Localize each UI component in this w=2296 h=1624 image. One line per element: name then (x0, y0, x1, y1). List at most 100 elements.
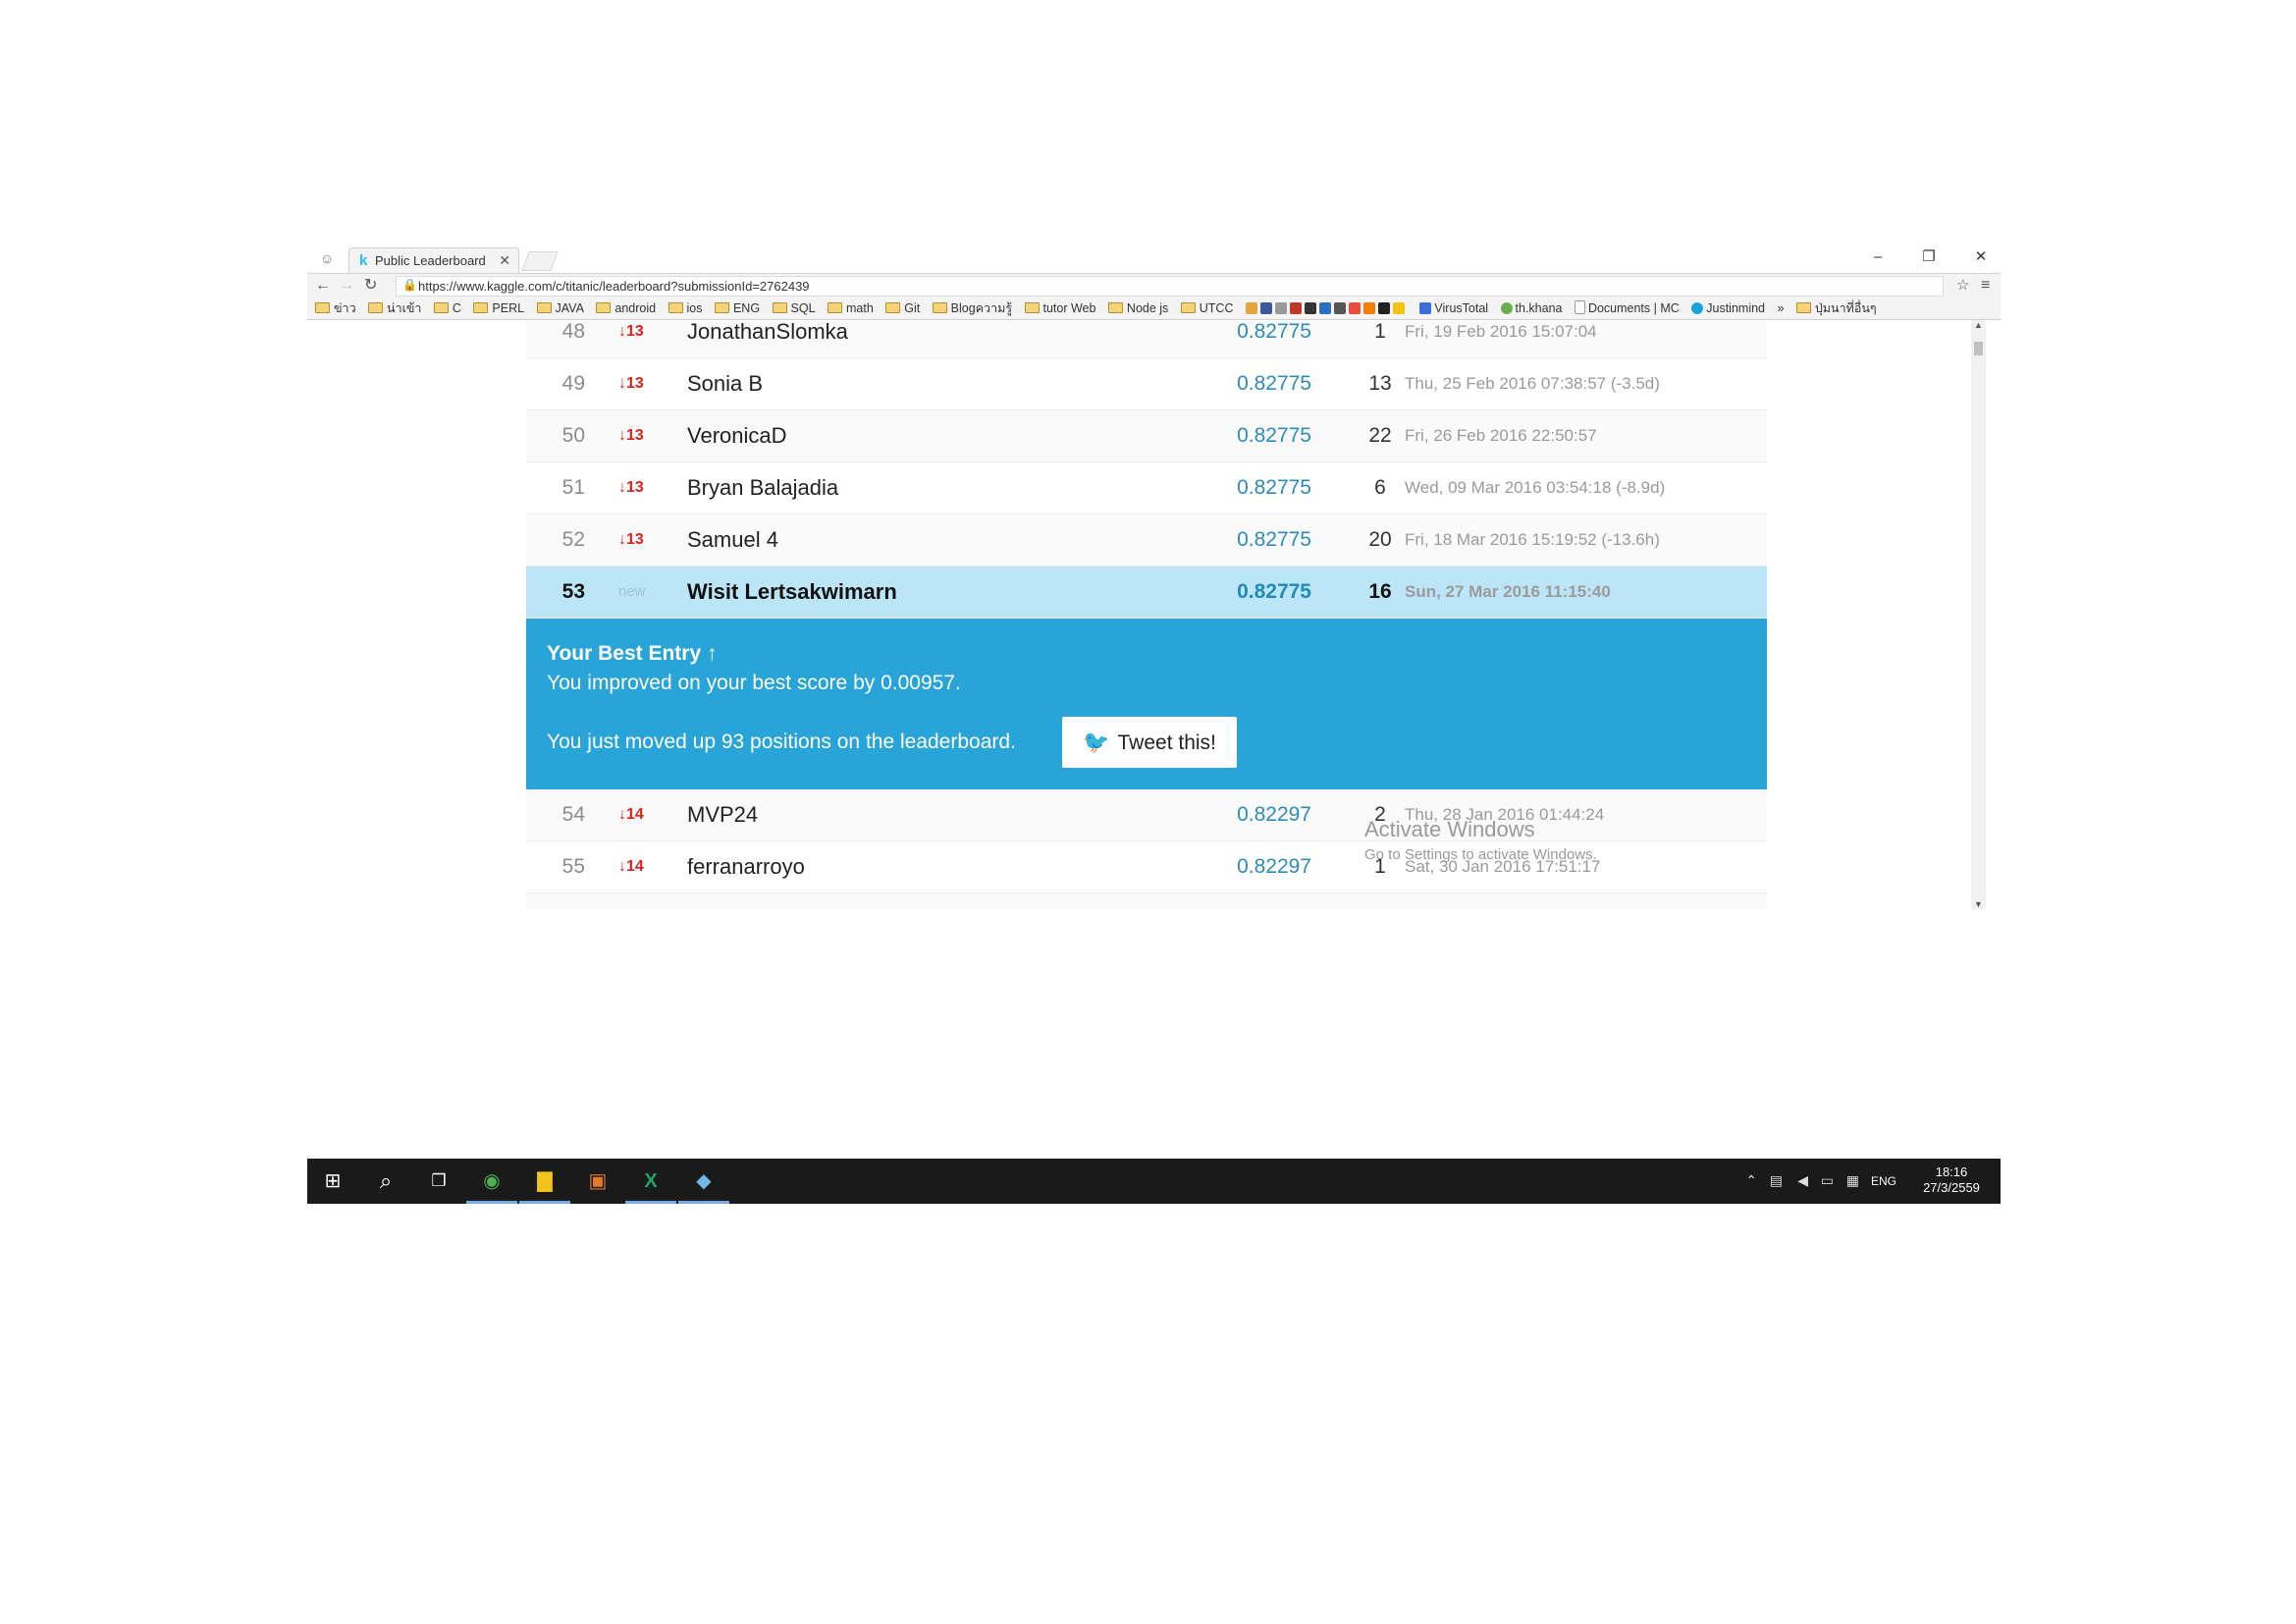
forward-icon[interactable]: → (339, 276, 354, 296)
score: 0.82297 (1237, 803, 1311, 826)
scroll-up-icon[interactable]: ▲ (1971, 320, 1986, 330)
app-icon[interactable]: ▣ (572, 1159, 623, 1204)
bookmarks-more-button[interactable]: » (1777, 298, 1784, 319)
rank: 53 (561, 580, 585, 603)
start-icon[interactable]: ⊞ (307, 1159, 358, 1204)
address-bar[interactable]: 🔒 https://www.kaggle.com/c/titanic/leade… (396, 276, 1944, 297)
leaderboard-row[interactable]: 50 ↓13 VeronicaD 0.82775 22 Fri, 26 Feb 2016 … (526, 410, 1767, 462)
back-icon[interactable]: ← (315, 276, 331, 296)
team-name[interactable]: JonathanSlomka (687, 320, 848, 357)
bookmark-folder[interactable]: C (433, 298, 461, 319)
bookmark-virustotal[interactable]: VirusTotal (1419, 298, 1488, 319)
bookmark-folder[interactable]: น่าเข้า (368, 298, 421, 319)
activate-windows-watermark: Activate Windows Go to Settings to activ… (1364, 817, 1597, 863)
best-entry-panel: Your Best Entry ↑ You improved on your b… (526, 619, 1767, 789)
folder-icon (772, 302, 787, 313)
language-indicator[interactable]: ENG (1871, 1174, 1896, 1188)
team-name[interactable]: Samuel 4 (687, 514, 778, 566)
bookmark-folder[interactable]: UTCC (1180, 298, 1233, 319)
folder-icon (596, 302, 612, 313)
rank-change: ↓13 (618, 323, 644, 340)
app-icon[interactable]: ◆ (678, 1159, 729, 1204)
folder-icon (667, 302, 683, 313)
entries: 1 (1374, 320, 1386, 343)
score: 0.82775 (1237, 320, 1311, 343)
last-submission: Fri, 26 Feb 2016 22:50:57 (1405, 426, 1597, 445)
browser-tab[interactable]: k Public Leaderboard ✕ (348, 247, 519, 274)
team-name[interactable]: Sonia B (687, 358, 763, 409)
chrome-icon[interactable]: ◉ (466, 1159, 517, 1204)
vertical-scrollbar[interactable]: ▲ ▼ (1971, 320, 1986, 909)
bookmark-folder[interactable]: Node js (1107, 298, 1168, 319)
my-leaderboard-row[interactable]: 53 new Wisit Lertsakwimarn 0.82775 16 Su… (526, 567, 1767, 619)
bookmark-documents[interactable]: Documents | MC (1574, 298, 1680, 319)
team-name[interactable]: MVP24 (687, 789, 758, 840)
folder-icon (433, 302, 449, 313)
new-tab-button[interactable] (521, 251, 559, 271)
restore-icon[interactable]: ❐ (1909, 246, 1949, 268)
clock[interactable]: 18:16 27/3/2559 (1912, 1164, 1991, 1196)
leaderboard-row[interactable]: 49 ↓13 Sonia B 0.82775 13 Thu, 25 Feb 2016 07… (526, 358, 1767, 410)
time: 18:16 (1935, 1164, 1968, 1179)
leaderboard-row[interactable]: 48 ↓13 JonathanSlomka 0.82775 1 Fri, 19 Feb 2… (526, 320, 1767, 358)
profile-icon[interactable]: ☺ (315, 249, 339, 267)
bookmark-thkhana[interactable]: th.khana (1500, 298, 1562, 319)
bookmark-folder[interactable]: Git (885, 298, 920, 319)
team-name[interactable]: Bryan Balajadia (687, 462, 838, 514)
bookmark-icon (1304, 302, 1316, 314)
network-icon[interactable]: ▤ (1770, 1172, 1783, 1189)
folder-icon (1180, 302, 1196, 313)
leaderboard-row[interactable]: 51 ↓13 Bryan Balajadia 0.82775 6 Wed, 09 Mar … (526, 462, 1767, 514)
rank-change: ↓14 (618, 858, 644, 875)
score: 0.82297 (1237, 855, 1311, 878)
bookmark-folder-other[interactable]: ปุ่มนาที่อื่นๆ (1795, 298, 1877, 319)
tab-strip: ☺ k Public Leaderboard ✕ – ❐ ✕ (307, 244, 2001, 274)
notifications-icon[interactable]: ▦ (1846, 1172, 1859, 1189)
bookmark-folder[interactable]: math (827, 298, 874, 319)
bookmark-star-icon[interactable]: ☆ (1956, 276, 1969, 296)
scroll-down-icon[interactable]: ▼ (1971, 899, 1986, 909)
bookmark-folder[interactable]: ios (667, 298, 703, 319)
task-view-icon[interactable]: ❒ (413, 1159, 464, 1204)
search-icon[interactable]: ⌕ (360, 1159, 411, 1204)
entries: 13 (1368, 372, 1392, 395)
close-tab-icon[interactable]: ✕ (499, 252, 510, 269)
bookmark-folder[interactable]: JAVA (536, 298, 584, 319)
bookmark-favicons[interactable] (1245, 298, 1408, 319)
folder-icon (827, 302, 842, 313)
bookmark-folder[interactable]: ENG (714, 298, 760, 319)
last-submission: Wed, 09 Mar 2016 03:54:18 (-8.9d) (1405, 478, 1666, 497)
bookmark-folder[interactable]: SQL (772, 298, 816, 319)
tweet-button[interactable]: 🐦 Tweet this! (1062, 717, 1237, 768)
leaderboard-row[interactable]: 56 ↓14 akmnko 0.82297 1Tue, 02 Feb 2016 03:3… (526, 893, 1767, 909)
bookmark-justinmind[interactable]: Justinmind (1691, 298, 1765, 319)
team-name[interactable]: ferranarroyo (687, 841, 805, 893)
reload-icon[interactable]: ↻ (364, 276, 377, 296)
entries: 1 (1351, 893, 1410, 909)
last-submission: Sun, 27 Mar 2016 11:15:40 (1405, 582, 1611, 601)
file-explorer-icon[interactable]: ▇ (519, 1159, 570, 1204)
team-name[interactable]: akmnko (687, 893, 763, 909)
folder-icon (932, 302, 947, 313)
rank: 56 (546, 893, 585, 909)
scrollbar-thumb[interactable] (1974, 342, 1983, 355)
excel-icon[interactable]: X (625, 1159, 676, 1204)
minimize-icon[interactable]: – (1858, 246, 1897, 268)
leaderboard-row[interactable]: 52 ↓13 Samuel 4 0.82775 20 Fri, 18 Mar 2016 1… (526, 514, 1767, 567)
score: 0.82775 (1237, 580, 1311, 603)
entries: 6 (1374, 476, 1386, 499)
volume-icon[interactable]: ◀ (1797, 1172, 1808, 1189)
bookmark-folder[interactable]: tutor Web (1024, 298, 1095, 319)
chevron-up-icon[interactable]: ⌃ (1745, 1172, 1757, 1189)
bookmark-folder[interactable]: android (596, 298, 656, 319)
team-name[interactable]: VeronicaD (687, 410, 787, 461)
battery-icon[interactable]: ▭ (1821, 1172, 1834, 1189)
team-name[interactable]: Wisit Lertsakwimarn (687, 567, 897, 618)
bookmarks-bar: ข่าว น่าเข้า C PERL JAVA android ios ENG… (307, 298, 2001, 320)
chrome-menu-icon[interactable]: ≡ (1981, 276, 1990, 296)
bookmark-folder[interactable]: PERL (473, 298, 524, 319)
screen: ☺ k Public Leaderboard ✕ – ❐ ✕ ← → ↻ 🔒 h… (307, 244, 2001, 1204)
bookmark-folder[interactable]: Blogความรู้ (932, 298, 1012, 319)
close-window-icon[interactable]: ✕ (1961, 246, 2001, 268)
bookmark-folder[interactable]: ข่าว (315, 298, 356, 319)
